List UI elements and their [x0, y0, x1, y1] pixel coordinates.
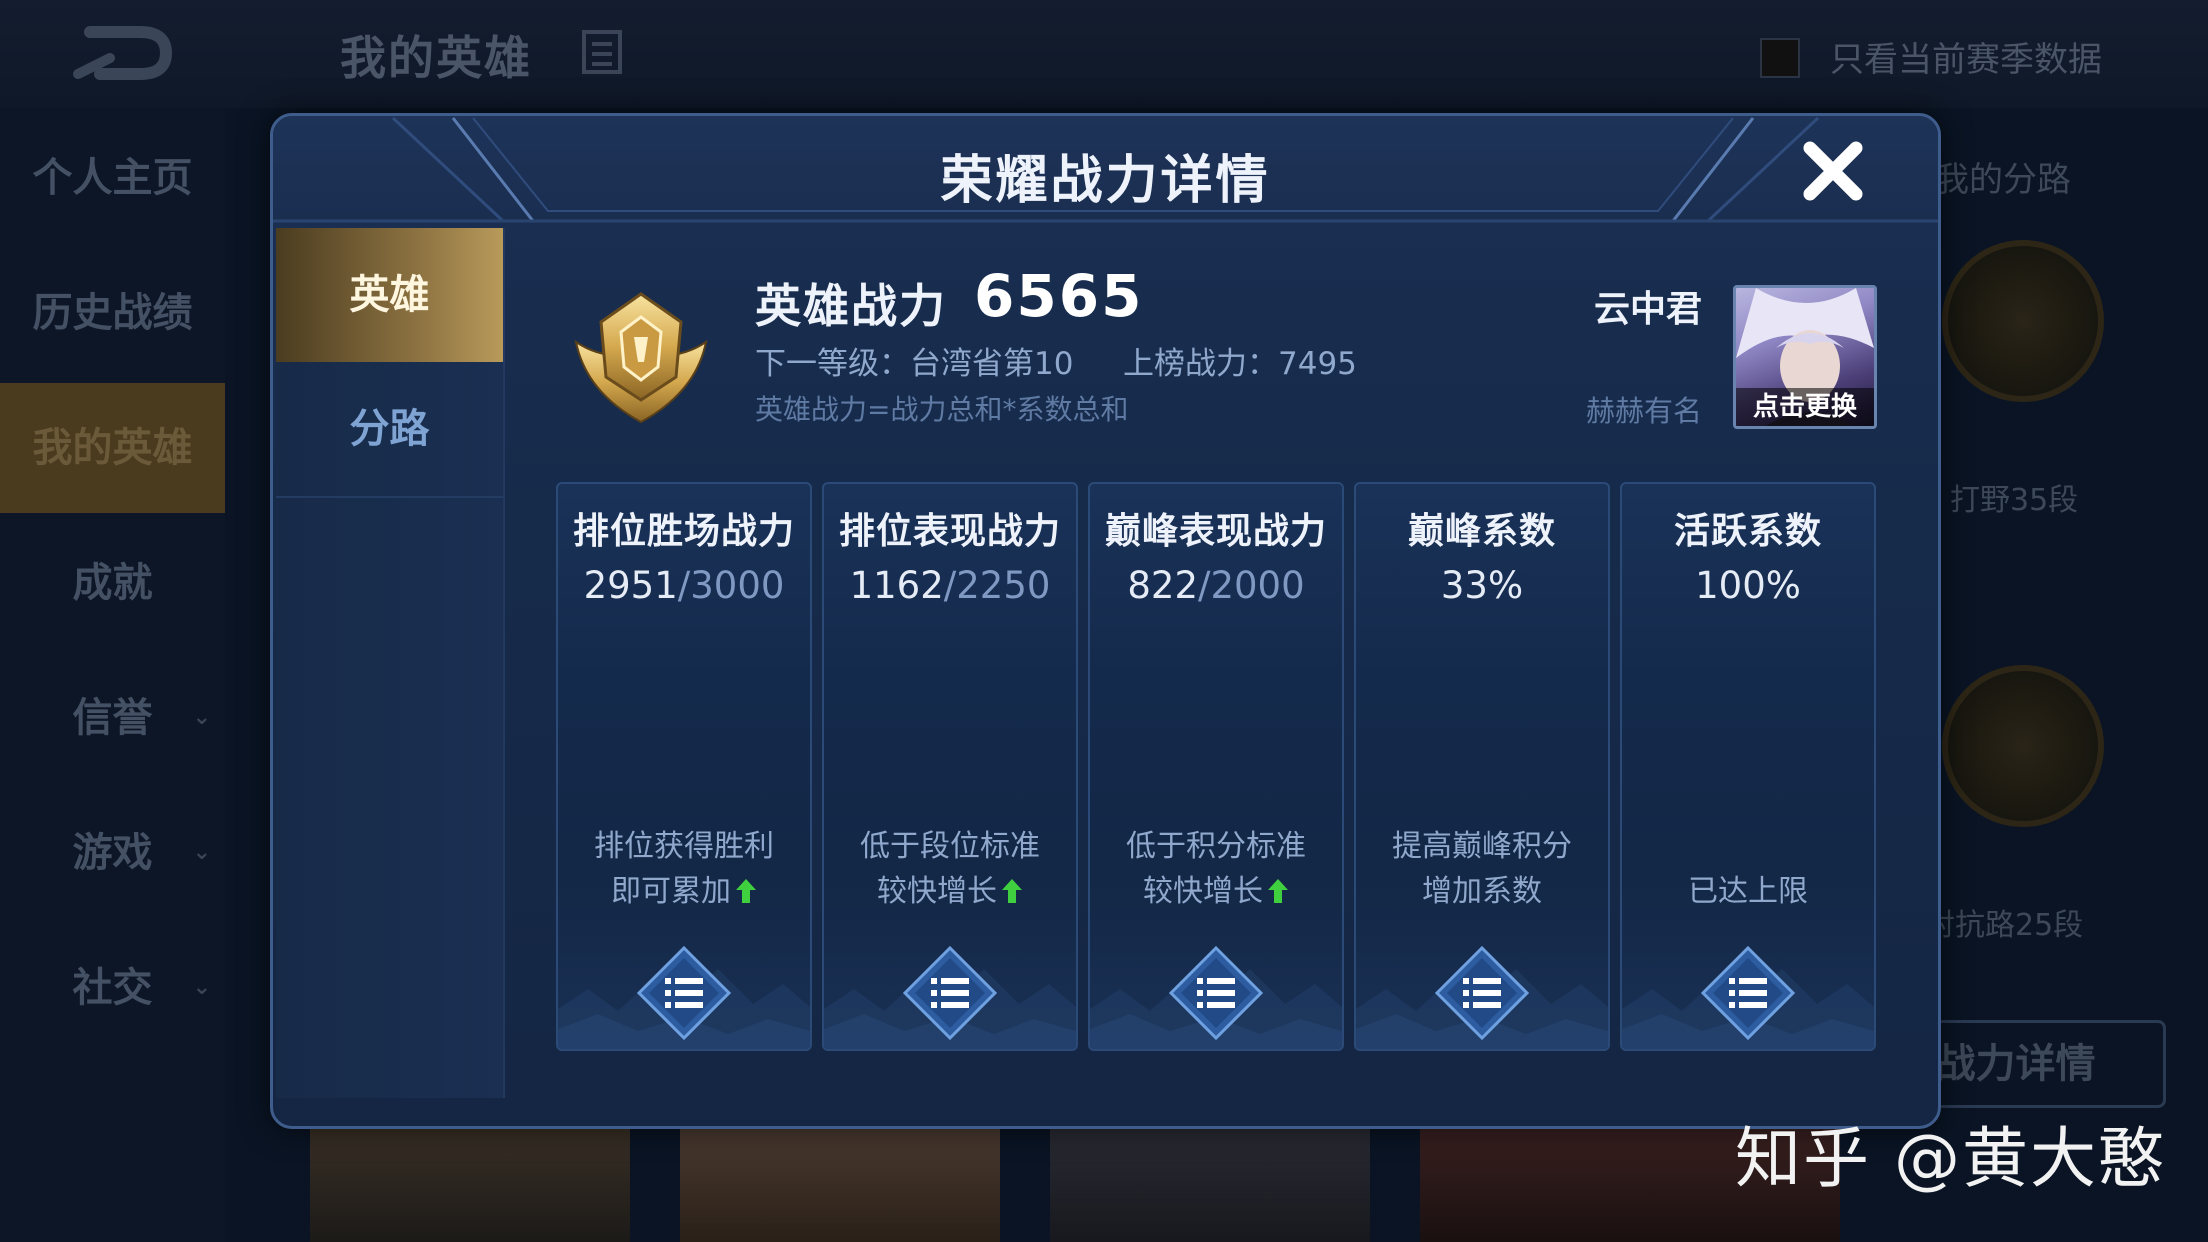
- stat-desc-line2-row: 增加系数: [1356, 869, 1608, 914]
- hero-card[interactable]: [1050, 1125, 1370, 1242]
- stat-desc-line1: 低于积分标准: [1126, 829, 1306, 864]
- background-sidebar-item[interactable]: 历史战绩: [0, 248, 225, 378]
- stat-card-value: 33%: [1356, 564, 1608, 607]
- jungle-rank-label: 打野35段: [1950, 483, 2079, 518]
- stat-desc-line2-row: 较快增长: [824, 869, 1076, 914]
- stat-max-value: /3000: [677, 564, 785, 607]
- background-sidebar-label: 信誉: [72, 695, 153, 741]
- background-sidebar-item[interactable]: 游戏 ⌄: [0, 788, 225, 918]
- details-list-icon[interactable]: [1701, 946, 1795, 1040]
- stat-desc-line2-row: 即可累加: [558, 869, 810, 914]
- stat-desc-line2-row: 已达上限: [1622, 869, 1874, 914]
- stat-card-title: 排位胜场战力: [572, 511, 795, 552]
- stat-card-value: 1162/2250: [824, 564, 1076, 607]
- background-sidebar-label: 社交: [72, 965, 153, 1011]
- stat-card-description: 已达上限: [1622, 824, 1874, 914]
- stat-card-title: 排位表现战力: [838, 511, 1061, 552]
- details-list-icon[interactable]: [903, 946, 997, 1040]
- power-formula: 英雄战力=战力总和*系数总和: [755, 393, 1129, 426]
- hero-title: 赫赫有名: [1585, 394, 1702, 428]
- stat-desc-line2: 较快增长: [877, 874, 997, 909]
- back-icon[interactable]: [70, 18, 180, 88]
- top-power-text: 上榜战力：7495: [1123, 346, 1357, 382]
- stat-card: 排位表现战力 1162/2250 低于段位标准较快增长: [822, 482, 1078, 1051]
- notes-icon[interactable]: [580, 28, 624, 76]
- stat-card: 活跃系数 100% 已达上限: [1620, 482, 1876, 1051]
- hero-avatar[interactable]: 点击更换: [1733, 285, 1877, 429]
- arrow-up-icon: [1002, 879, 1022, 903]
- hero-name: 云中君: [1593, 289, 1702, 330]
- modal-tab-sidebar: 英雄 分路: [276, 228, 505, 1098]
- stat-current-value: 100%: [1695, 564, 1801, 607]
- stat-card: 排位胜场战力 2951/3000 排位获得胜利即可累加: [556, 482, 812, 1051]
- stat-desc-line2: 即可累加: [611, 874, 731, 909]
- tab-lane[interactable]: 分路: [276, 362, 503, 498]
- background-sidebar-label: 成就: [72, 560, 153, 606]
- stat-card-description: 低于积分标准较快增长: [1090, 824, 1342, 914]
- background-sidebar-item[interactable]: 个人主页: [0, 113, 225, 243]
- jungle-rank-badge: [1942, 240, 2104, 402]
- background-sidebar: 个人主页历史战绩我的英雄成就信誉 ⌄ 游戏 ⌄ 社交 ⌄: [0, 108, 225, 1242]
- stat-desc-line1: 排位获得胜利: [594, 829, 774, 864]
- arrow-up-icon: [736, 879, 756, 903]
- stat-card-title: 巅峰表现战力: [1104, 511, 1327, 552]
- chevron-down-icon: ⌄: [192, 840, 211, 865]
- stat-desc-line2: 较快增长: [1143, 874, 1263, 909]
- stat-max-value: /2000: [1197, 564, 1305, 607]
- hero-card[interactable]: [680, 1125, 1000, 1242]
- tab-hero[interactable]: 英雄: [276, 228, 503, 362]
- modal-title: 荣耀战力详情: [940, 151, 1271, 211]
- close-icon[interactable]: [1798, 136, 1868, 206]
- details-list-icon[interactable]: [637, 946, 731, 1040]
- background-sidebar-item[interactable]: 信誉 ⌄: [0, 653, 225, 783]
- change-hero-label: 点击更换: [1736, 388, 1874, 426]
- stat-desc-line2: 增加系数: [1422, 874, 1542, 909]
- stat-desc-line1: 提高巅峰积分: [1392, 829, 1572, 864]
- background-sidebar-item[interactable]: 我的英雄: [0, 383, 225, 513]
- background-page-title: 我的英雄: [340, 31, 532, 85]
- stat-card-value: 2951/3000: [558, 564, 810, 607]
- stat-current-value: 2951: [583, 564, 678, 607]
- stat-card-title: 巅峰系数: [1407, 511, 1556, 552]
- stat-card-description: 低于段位标准较快增长: [824, 824, 1076, 914]
- background-sidebar-item[interactable]: 社交 ⌄: [0, 923, 225, 1053]
- stat-card: 巅峰表现战力 822/2000 低于积分标准较快增长: [1088, 482, 1344, 1051]
- clash-rank-label: 对抗路25段: [1925, 908, 2084, 943]
- stat-card-description: 提高巅峰积分 增加系数: [1356, 824, 1608, 914]
- rank-badge-icon: [574, 292, 708, 424]
- stat-card: 巅峰系数 33% 提高巅峰积分 增加系数: [1354, 482, 1610, 1051]
- background-sidebar-label: 个人主页: [32, 155, 193, 201]
- watermark: 知乎 @黄大憨: [1735, 1120, 2166, 1197]
- stat-card-value: 100%: [1622, 564, 1874, 607]
- season-filter-checkbox[interactable]: [1760, 38, 1800, 78]
- stat-desc-line1: 低于段位标准: [860, 829, 1040, 864]
- background-sidebar-label: 我的英雄: [32, 425, 193, 471]
- chevron-down-icon: ⌄: [192, 975, 211, 1000]
- stat-desc-line1: [1622, 824, 1874, 869]
- stat-desc-line2-row: 较快增长: [1090, 869, 1342, 914]
- stat-card-title: 活跃系数: [1673, 511, 1822, 552]
- season-filter-label: 只看当前赛季数据: [1830, 40, 2102, 80]
- background-sidebar-item[interactable]: 成就: [0, 518, 225, 648]
- stat-card-description: 排位获得胜利即可累加: [558, 824, 810, 914]
- hero-power-label: 英雄战力: [755, 279, 947, 333]
- hero-power-value: 6565: [974, 262, 1144, 330]
- stat-current-value: 1162: [849, 564, 944, 607]
- clash-rank-badge: [1942, 665, 2104, 827]
- hero-card[interactable]: [310, 1125, 630, 1242]
- stat-desc-line2: 已达上限: [1688, 874, 1808, 909]
- stat-card-value: 822/2000: [1090, 564, 1342, 607]
- stat-current-value: 822: [1127, 564, 1198, 607]
- details-list-icon[interactable]: [1435, 946, 1529, 1040]
- stat-current-value: 33%: [1440, 564, 1524, 607]
- stat-max-value: /2250: [943, 564, 1051, 607]
- background-sidebar-label: 历史战绩: [32, 290, 193, 336]
- my-lanes-header: 我的分路: [1935, 160, 2071, 200]
- chevron-down-icon: ⌄: [192, 705, 211, 730]
- arrow-up-icon: [1268, 879, 1288, 903]
- details-list-icon[interactable]: [1169, 946, 1263, 1040]
- background-sidebar-label: 游戏: [72, 830, 153, 876]
- next-level-text: 下一等级：台湾省第10: [755, 346, 1074, 382]
